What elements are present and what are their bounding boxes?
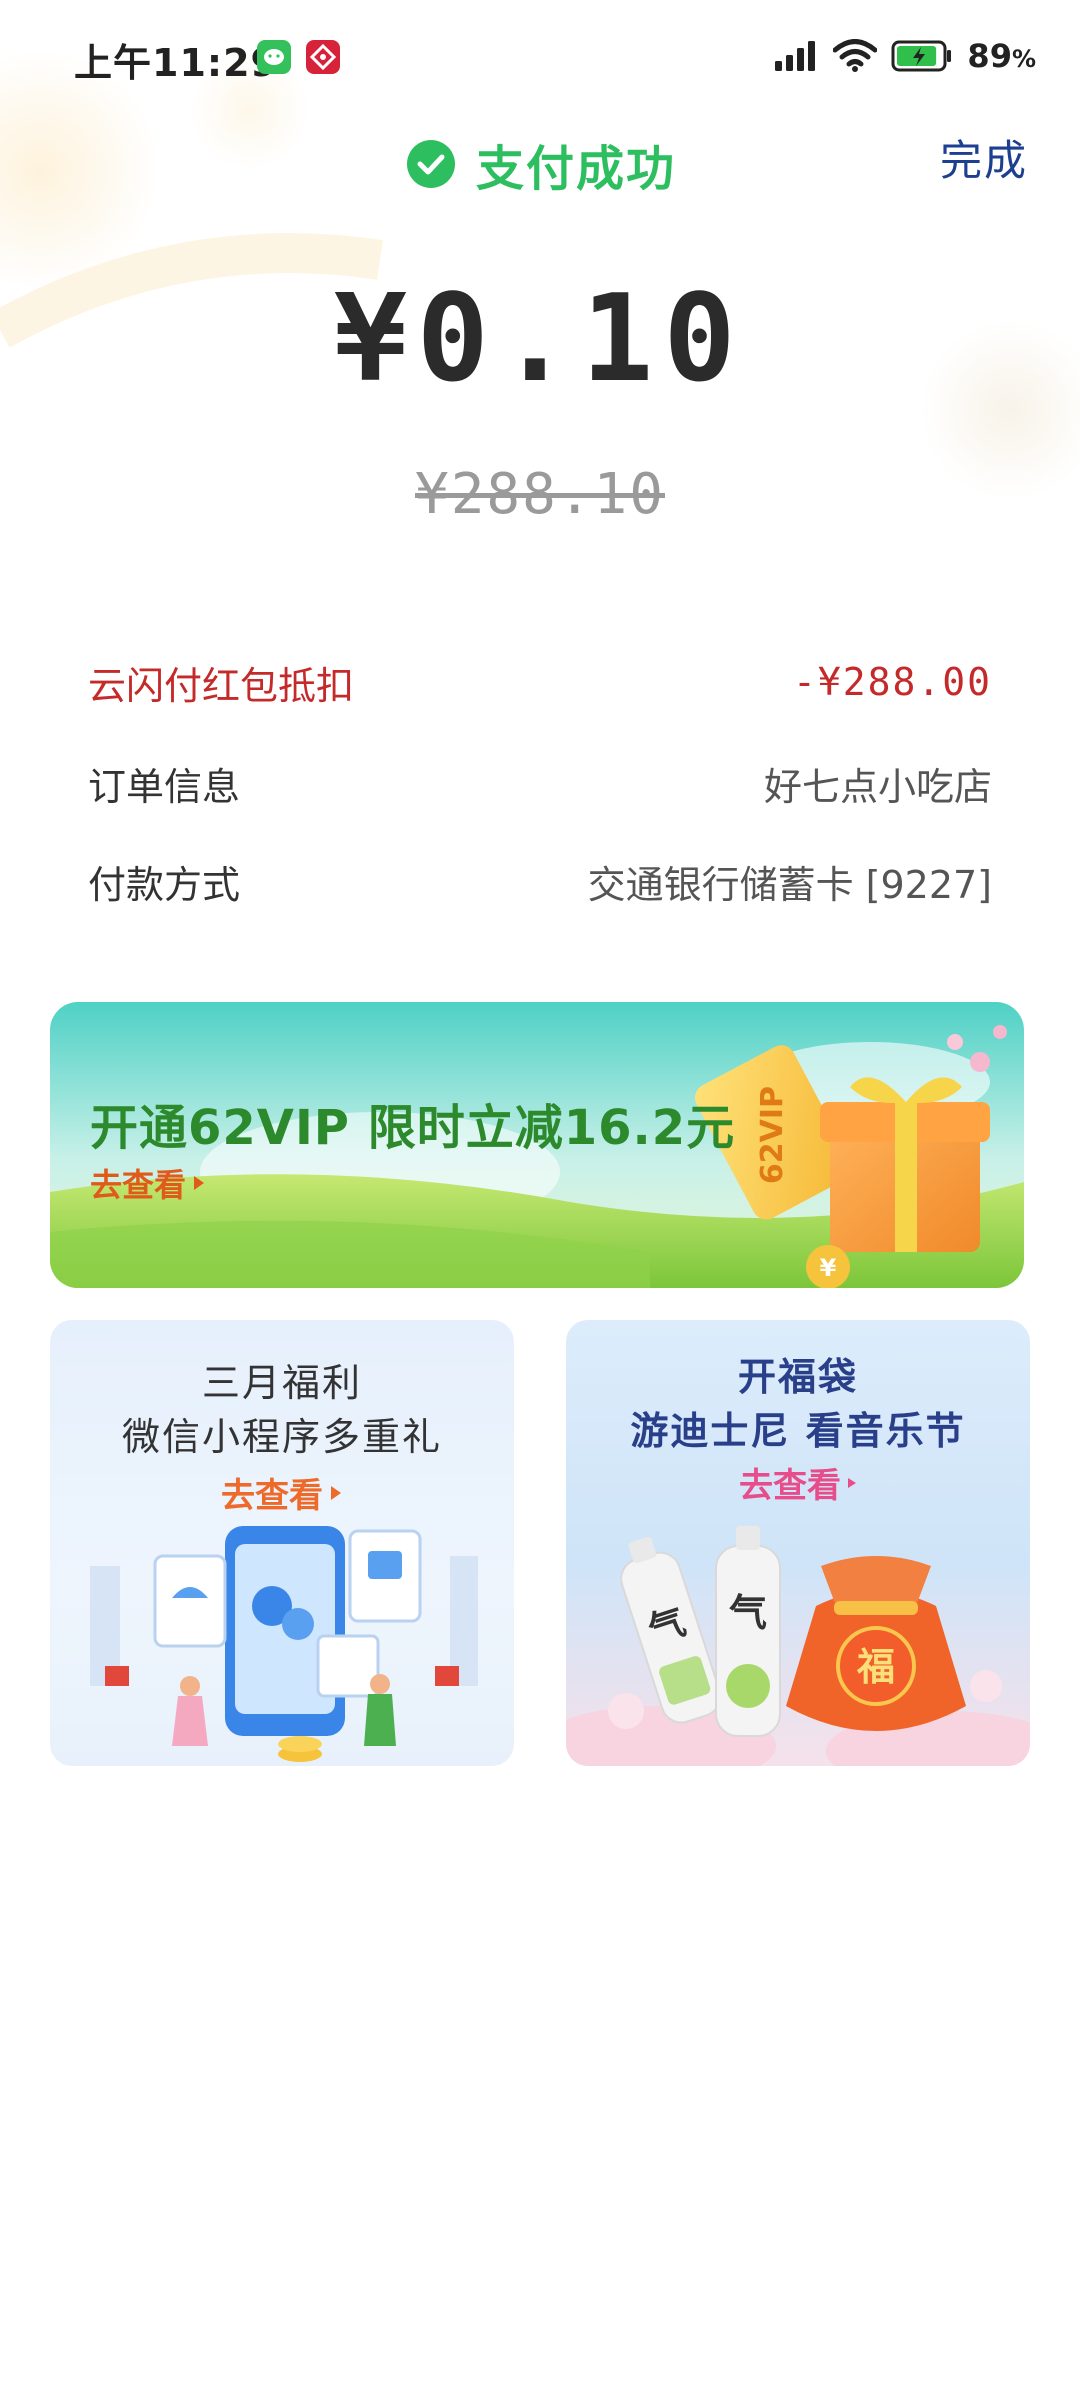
play-arrow-icon xyxy=(848,1477,856,1488)
discount-label: 云闪付红包抵扣 xyxy=(88,663,355,708)
payment-method-label: 付款方式 xyxy=(88,862,241,907)
done-button[interactable]: 完成 xyxy=(940,127,1028,188)
order-info-value: 好七点小吃店 xyxy=(763,764,992,809)
lucky-bag-illustration: 气 气 福 xyxy=(566,1526,1030,1766)
header: 支付成功 完成 xyxy=(0,115,1080,205)
payment-success-screen: 上午11:29 89% 支付成功 完成 ¥0.10 ¥288.10 云闪付红包抵… xyxy=(0,0,1080,2400)
coin-icon: ¥ xyxy=(820,1254,837,1282)
play-arrow-icon xyxy=(194,1176,205,1190)
battery-icon xyxy=(891,40,952,72)
payment-method-value: 交通银行储蓄卡 [9227] xyxy=(587,862,992,907)
discount-row: 云闪付红包抵扣 -¥288.00 xyxy=(88,647,992,717)
page-title: 支付成功 xyxy=(476,141,677,197)
payment-method-row: 付款方式 交通银行储蓄卡 [9227] xyxy=(88,846,992,916)
status-time: 上午11:29 xyxy=(74,41,278,85)
order-info-row: 订单信息 好七点小吃店 xyxy=(88,748,992,818)
wechat-miniprogram-illustration xyxy=(90,1526,478,1762)
signal-icon xyxy=(775,41,816,71)
status-indicators: 89% xyxy=(773,34,1036,78)
promo-card-lucky-bag[interactable]: 开福袋 游迪士尼 看音乐节 去查看 气 气 福 xyxy=(566,1320,1030,1766)
card-link[interactable]: 去查看 xyxy=(566,1458,1030,1507)
card-title-line2: 微信小程序多重礼 xyxy=(121,1415,442,1459)
vip-banner-link-label[interactable]: 去查看 xyxy=(90,1160,186,1206)
status-bar: 上午11:29 89% xyxy=(0,0,1080,110)
vip-banner-title: 开通62VIP 限时立减16.2元 xyxy=(90,1100,736,1156)
wifi-icon xyxy=(833,39,878,72)
play-arrow-icon xyxy=(331,1485,341,1500)
card-title-line2: 游迪士尼 看音乐节 xyxy=(630,1409,966,1453)
card-link-label[interactable]: 去查看 xyxy=(739,1458,841,1507)
discount-value: -¥288.00 xyxy=(792,660,992,704)
card-title-line1: 开福袋 xyxy=(737,1355,858,1399)
svg-text:气: 气 xyxy=(729,1591,767,1635)
vip-banner-link[interactable]: 去查看 xyxy=(90,1160,206,1206)
card-title-line1: 三月福利 xyxy=(201,1361,362,1405)
app-notification-icon xyxy=(306,40,340,74)
original-amount: ¥288.10 xyxy=(414,462,665,527)
success-check-icon xyxy=(407,140,455,188)
vip-promo-banner[interactable]: 62VIP ¥ 开通62VIP 限时立减16.2元 去查看 xyxy=(50,1002,1024,1288)
wechat-notification-icon xyxy=(257,40,291,74)
success-status: 支付成功 xyxy=(406,129,676,199)
promo-card-wechat[interactable]: 三月福利 微信小程序多重礼 去查看 xyxy=(50,1320,514,1766)
vip-ticket-text: 62VIP xyxy=(755,1086,790,1184)
battery-percentage: 89% xyxy=(967,37,1036,75)
order-info-label: 订单信息 xyxy=(88,764,241,809)
paid-amount: ¥0.10 xyxy=(334,270,746,409)
lucky-bag-text: 福 xyxy=(856,1645,895,1689)
